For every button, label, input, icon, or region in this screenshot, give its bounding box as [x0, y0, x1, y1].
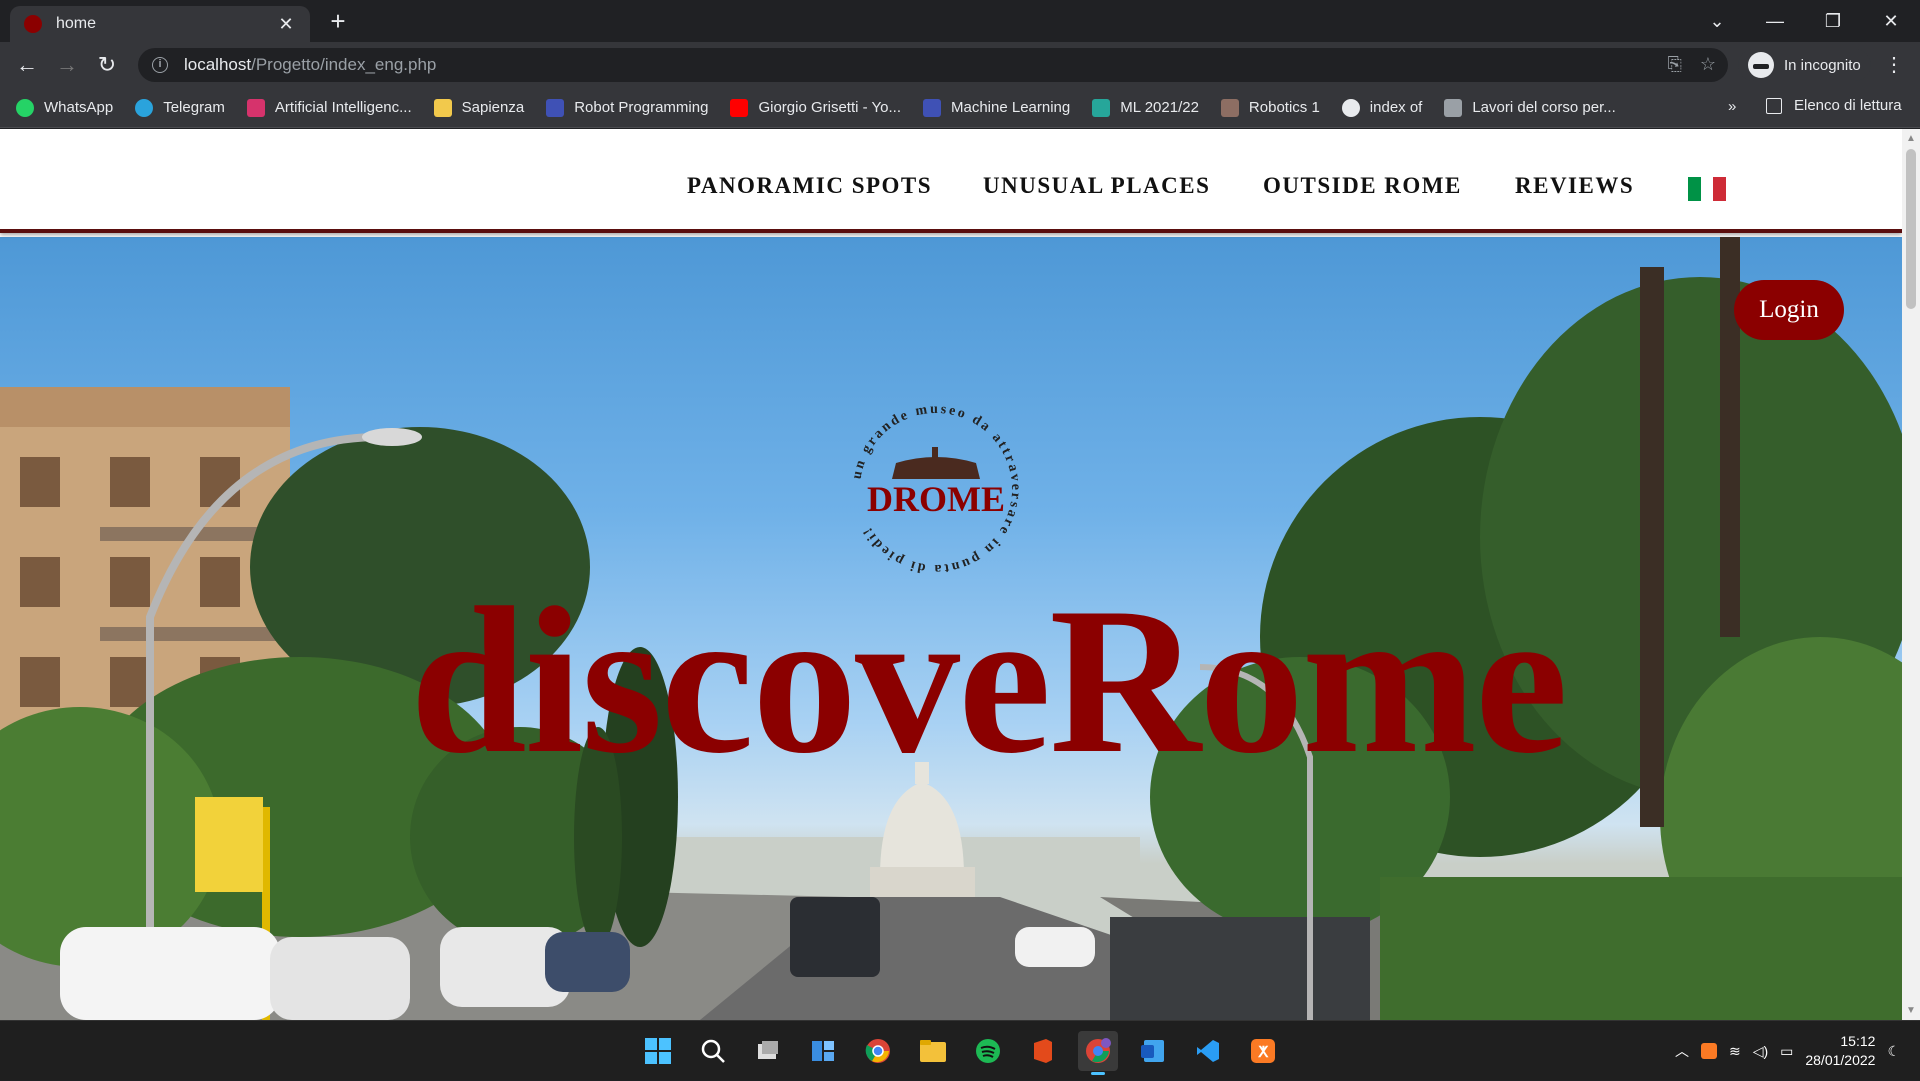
new-tab-button[interactable]: + — [322, 6, 354, 38]
bookmark-site-icon — [923, 98, 941, 117]
browser-toolbar: ← → ↻ i localhost/Progetto/index_eng.php… — [0, 42, 1920, 88]
nav-reviews[interactable]: REVIEWS — [1515, 173, 1634, 199]
incognito-indicator[interactable]: In incognito — [1738, 49, 1871, 81]
chrome-icon[interactable] — [858, 1031, 898, 1071]
back-button[interactable]: ← — [12, 50, 42, 80]
site-info-icon[interactable]: i — [152, 57, 168, 73]
logo-wordmark: DROME — [867, 479, 1005, 519]
search-icon[interactable] — [693, 1031, 733, 1071]
bookmarks-overflow-button[interactable]: » — [1728, 98, 1736, 115]
windows-start-icon[interactable] — [638, 1031, 678, 1071]
nav-outside-rome[interactable]: OUTSIDE ROME — [1263, 173, 1462, 199]
tray-overflow-icon[interactable]: ︿ — [1675, 1041, 1689, 1061]
incognito-label: In incognito — [1784, 56, 1861, 74]
bookmark-site-icon — [1092, 98, 1111, 117]
widgets-icon[interactable] — [803, 1031, 843, 1071]
clock-date: 28/01/2022 — [1805, 1052, 1876, 1068]
scroll-thumb[interactable] — [1906, 149, 1916, 309]
svg-text:ⵅ: ⵅ — [1257, 1044, 1269, 1061]
bookmark-item[interactable]: ML 2021/22 — [1092, 98, 1199, 117]
bookmark-item[interactable]: Robotics 1 — [1220, 98, 1320, 117]
office-icon[interactable] — [1023, 1031, 1063, 1071]
page-viewport: PANORAMIC SPOTS UNUSUAL PLACES OUTSIDE R… — [0, 129, 1902, 1020]
telegram-icon — [135, 98, 154, 117]
bookmark-item[interactable]: index of — [1341, 98, 1422, 117]
bookmark-site-icon — [1220, 98, 1239, 117]
clock-time: 15:12 — [1840, 1033, 1876, 1049]
forward-button[interactable]: → — [52, 50, 82, 80]
tab-title: home — [56, 15, 97, 32]
tab-search-icon[interactable]: ⌄ — [1688, 0, 1746, 42]
browser-tab-strip: home ✕ + ⌄ — ❐ ✕ — [0, 0, 1920, 42]
login-button[interactable]: Login — [1734, 280, 1844, 340]
spotify-icon[interactable] — [968, 1031, 1008, 1071]
notifications-icon[interactable]: ☾ — [1887, 1043, 1900, 1060]
folder-icon — [433, 98, 452, 117]
bookmark-site-icon — [546, 98, 565, 117]
volume-icon[interactable]: ◁) — [1753, 1043, 1768, 1060]
bookmark-item[interactable]: WhatsApp — [16, 98, 113, 117]
nav-panoramic-spots[interactable]: PANORAMIC SPOTS — [687, 173, 932, 199]
scroll-down-icon[interactable]: ▼ — [1906, 1005, 1916, 1016]
url-host: localhost — [184, 55, 252, 74]
reload-button[interactable]: ↻ — [92, 50, 122, 80]
chrome-incognito-icon[interactable] — [1078, 1031, 1118, 1075]
translate-icon[interactable]: ⎘ — [1667, 54, 1681, 75]
file-explorer-icon[interactable] — [913, 1031, 953, 1071]
whatsapp-icon — [16, 98, 34, 117]
italian-flag-icon[interactable] — [1688, 177, 1727, 201]
url-path: /Progetto/index_eng.php — [251, 55, 437, 74]
scroll-up-icon[interactable]: ▲ — [1906, 133, 1916, 144]
close-window-button[interactable]: ✕ — [1862, 0, 1920, 42]
address-bar[interactable]: i localhost/Progetto/index_eng.php ⎘ ☆ — [138, 48, 1728, 82]
minimize-button[interactable]: — — [1746, 0, 1804, 42]
bookmark-item[interactable]: Machine Learning — [923, 98, 1070, 117]
bookmarks-bar: WhatsApp Telegram Artificial Intelligenc… — [0, 88, 1920, 128]
wifi-icon[interactable]: ≋ — [1729, 1043, 1741, 1060]
word-icon[interactable] — [1133, 1031, 1173, 1071]
browser-menu-icon[interactable]: ⋮ — [1882, 50, 1906, 80]
bookmark-item[interactable]: Robot Programming — [546, 98, 708, 117]
nav-unusual-places[interactable]: UNUSUAL PLACES — [983, 173, 1210, 199]
close-tab-icon[interactable]: ✕ — [276, 14, 296, 35]
reading-list-button[interactable]: Elenco di lettura — [1766, 97, 1902, 114]
bookmark-item[interactable]: Giorgio Grisetti - Yo... — [730, 98, 901, 117]
task-view-icon[interactable] — [748, 1031, 788, 1071]
bookmark-item[interactable]: Lavori del corso per... — [1444, 98, 1616, 117]
browser-tab-home[interactable]: home ✕ — [10, 6, 310, 42]
bookmark-star-icon[interactable]: ☆ — [1700, 54, 1716, 75]
restore-button[interactable]: ❐ — [1804, 0, 1862, 42]
xampp-icon[interactable]: ⵅ — [1243, 1031, 1283, 1071]
site-navbar: PANORAMIC SPOTS UNUSUAL PLACES OUTSIDE R… — [0, 129, 1902, 233]
incognito-icon — [1748, 52, 1774, 78]
xampp-tray-icon[interactable] — [1700, 1043, 1717, 1059]
windows-taskbar: ⵅ ︿ ≋ ◁) ▭ 15:12 28/01/2022 ☾ — [0, 1020, 1920, 1080]
bookmark-site-icon — [1444, 98, 1463, 117]
bookmark-site-icon — [246, 98, 265, 117]
bookmark-item[interactable]: Artificial Intelligenc... — [246, 98, 412, 117]
battery-icon[interactable]: ▭ — [1780, 1043, 1793, 1060]
bookmark-item[interactable]: Sapienza — [433, 98, 524, 117]
globe-icon — [1341, 98, 1360, 117]
reading-list-icon — [1766, 97, 1782, 114]
tab-favicon-icon — [24, 15, 42, 33]
hero-title: discoveRome — [410, 565, 1568, 797]
bookmark-item[interactable]: Telegram — [135, 98, 225, 117]
taskbar-clock[interactable]: 15:12 28/01/2022 — [1805, 1032, 1875, 1070]
vscode-icon[interactable] — [1188, 1031, 1228, 1071]
system-tray: ︿ ≋ ◁) ▭ 15:12 28/01/2022 ☾ — [1675, 1021, 1900, 1081]
youtube-icon — [730, 98, 749, 117]
discoverome-logo: un grande museo da attraversare in punta… — [850, 402, 1021, 576]
page-scrollbar[interactable]: ▲ ▼ — [1902, 129, 1920, 1020]
